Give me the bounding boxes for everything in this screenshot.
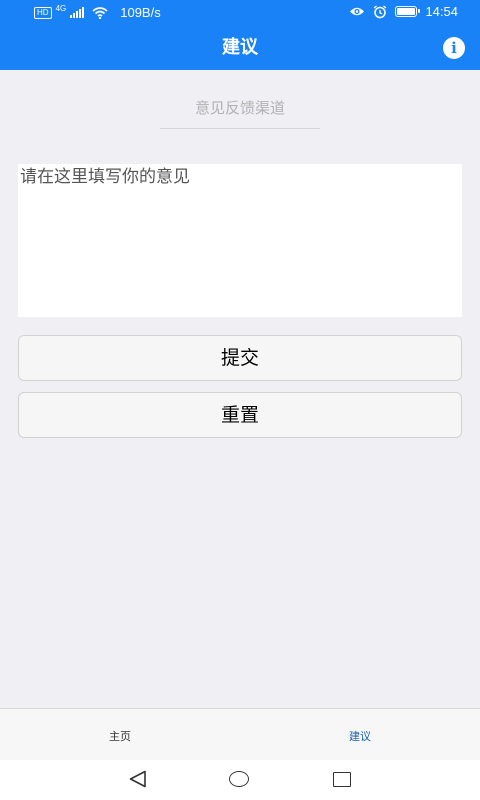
hd-badge: HD <box>34 6 52 19</box>
network-speed: 109B/s <box>120 5 161 20</box>
battery-fill <box>397 8 416 15</box>
back-icon[interactable] <box>128 770 148 788</box>
network-type: 4G <box>55 4 67 13</box>
tab-bar: 主页 建议 <box>0 708 480 760</box>
alarm-icon <box>374 4 387 18</box>
submit-button[interactable]: 提交 <box>18 335 462 381</box>
page-title: 建议 <box>222 37 258 58</box>
section-label: 意见反馈渠道 <box>194 99 285 117</box>
tab-suggest[interactable]: 建议 <box>240 709 480 760</box>
eye-icon <box>350 7 365 16</box>
status-right: 14:54 <box>349 4 458 19</box>
battery-icon <box>395 6 421 17</box>
wifi-icon <box>92 6 108 19</box>
clock: 14:54 <box>425 4 458 19</box>
recent-apps-icon[interactable] <box>333 772 351 787</box>
status-left: HD 4G 109B/s <box>34 4 161 20</box>
system-nav-bar <box>0 760 480 800</box>
signal-icon <box>70 7 85 18</box>
info-icon[interactable]: i <box>443 37 465 59</box>
tab-home[interactable]: 主页 <box>0 709 240 760</box>
status-bar: HD 4G 109B/s 14:54 <box>0 0 480 26</box>
home-icon[interactable] <box>229 771 249 787</box>
section-divider <box>160 128 320 129</box>
feedback-input[interactable]: 请在这里填写你的意见 <box>18 164 462 317</box>
app-bar: 建议 i <box>0 26 480 70</box>
reset-button[interactable]: 重置 <box>18 392 462 438</box>
